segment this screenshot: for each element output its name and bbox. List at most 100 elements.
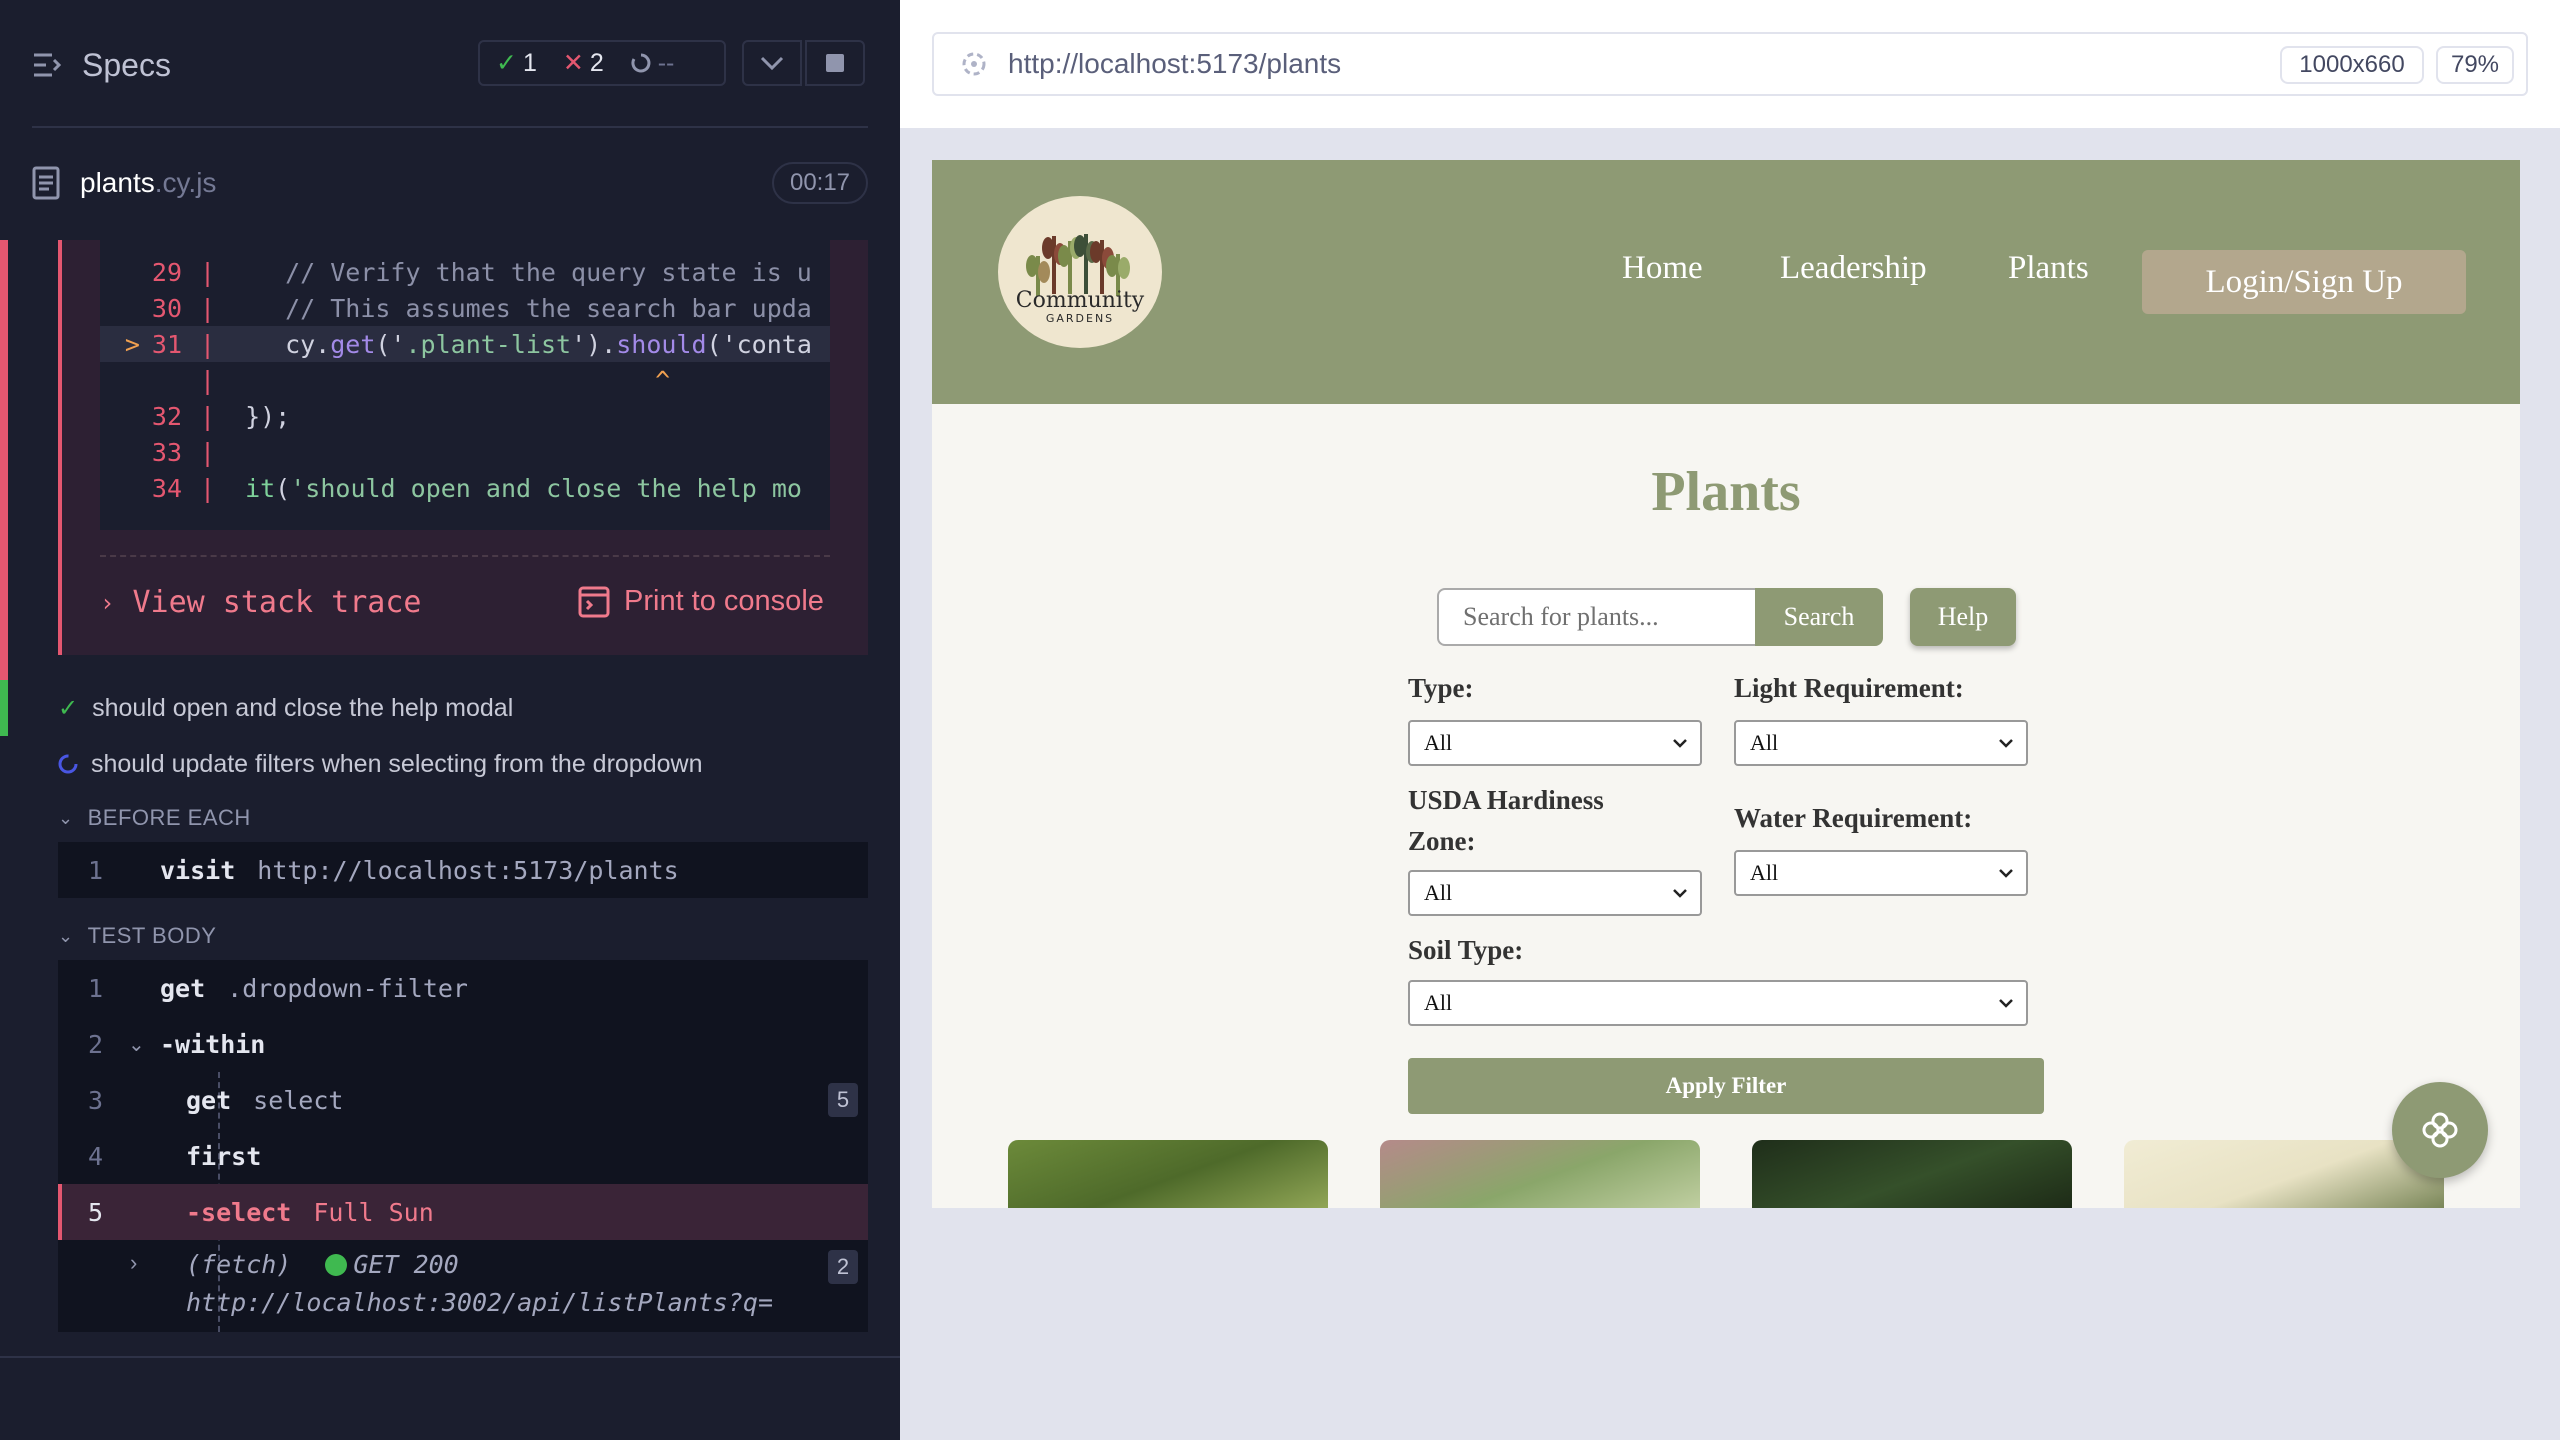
community-gardens-logo[interactable]: Community GARDENS [998, 196, 1162, 348]
file-icon [32, 166, 60, 200]
header-divider [32, 126, 868, 128]
soil-select-value: All [1424, 990, 1453, 1015]
pass-check-icon: ✓ [496, 49, 517, 77]
login-signup-button[interactable]: Login/Sign Up [2142, 250, 2466, 314]
specs-title[interactable]: Specs [82, 47, 171, 84]
fetch-url: http://localhost:3002/api/listPlants?q= [186, 1288, 773, 1317]
stop-button[interactable] [805, 40, 865, 86]
zone-select-value: All [1424, 880, 1453, 905]
test-item-passed[interactable]: ✓ should open and close the help modal [0, 680, 900, 736]
before-each-commands: 1 visit http://localhost:5173/plants [58, 842, 868, 898]
view-stack-trace-button[interactable]: › View stack trace [100, 585, 421, 620]
url-bar[interactable]: http://localhost:5173/plants 1000x660 79… [932, 32, 2528, 96]
nav-home[interactable]: Home [1622, 250, 1703, 287]
light-select[interactable]: All [1734, 720, 2028, 766]
spec-file-ext: .cy.js [154, 167, 217, 198]
chevron-down-icon: ⌄ [58, 807, 74, 828]
print-to-console-label: Print to console [624, 585, 824, 617]
page-title: Plants [1651, 461, 1801, 523]
accessibility-fab[interactable] [2392, 1082, 2488, 1178]
code-line-32: 32 |}); [151, 401, 291, 431]
chevron-down-icon [1673, 889, 1687, 898]
footer-divider [0, 1356, 900, 1358]
water-select-value: All [1750, 860, 1779, 885]
nav-plants[interactable]: Plants [2008, 250, 2089, 287]
test-stats: ✓ 1 ✕ 2 -- [478, 40, 726, 86]
chevron-down-icon [760, 56, 784, 70]
section-title: TEST BODY [87, 923, 217, 948]
failed-count: 2 [589, 48, 604, 77]
url-text[interactable]: http://localhost:5173/plants [1008, 48, 1341, 80]
chevron-right-icon: › [100, 588, 115, 617]
logo-text: Community [1015, 288, 1145, 313]
apply-filter-button[interactable]: Apply Filter [1408, 1058, 2044, 1114]
test-body-header[interactable]: ⌄ TEST BODY [58, 916, 216, 956]
pending-count: -- [657, 48, 675, 77]
chevron-right-icon: › [130, 1250, 138, 1275]
search-button[interactable]: Search [1755, 588, 1883, 646]
code-line-34: 34 | it('should open and close the help mo [151, 473, 802, 503]
water-select[interactable]: All [1734, 850, 2028, 896]
logo-subtext: GARDENS [1045, 312, 1115, 325]
test-title: should update filters when selecting fro… [91, 749, 703, 778]
command-row[interactable]: 2 ⌄ -within [58, 1016, 868, 1072]
chevron-down-icon [1999, 869, 2013, 878]
pass-check-icon: ✓ [58, 694, 79, 722]
type-select-value: All [1424, 730, 1453, 755]
test-title: should open and close the help modal [92, 693, 514, 722]
code-line-30: 30 |// This assumes the search bar upda [151, 293, 812, 323]
soil-label: Soil Type: [1408, 935, 1524, 965]
fetch-log[interactable]: › (fetch) GET 200 http://localhost:3002/… [58, 1246, 868, 1332]
command-row[interactable]: 3 get select 5 [58, 1072, 868, 1128]
zone-label: USDA Hardiness Zone: [1408, 785, 1604, 856]
error-divider [100, 555, 830, 557]
chevron-down-icon [1999, 739, 2013, 748]
nav-leadership[interactable]: Leadership [1780, 250, 1927, 287]
print-to-console-button[interactable]: Print to console [578, 585, 824, 618]
fetch-count-badge: 2 [828, 1250, 858, 1284]
before-each-header[interactable]: ⌄ BEFORE EACH [58, 798, 251, 838]
viewport-size: 1000x660 [2280, 46, 2424, 84]
element-count-badge: 5 [828, 1083, 858, 1117]
spec-file-row: plants .cy.js 00:17 [32, 160, 868, 206]
fetch-label: (fetch) [186, 1250, 292, 1279]
plants-logo-icon [1026, 234, 1130, 296]
type-select[interactable]: All [1408, 720, 1702, 766]
zoom-level: 79% [2436, 46, 2514, 84]
code-caret-line: | ^ [200, 365, 671, 395]
specs-list-icon[interactable] [32, 52, 62, 78]
type-label: Type: [1408, 673, 1474, 703]
fail-x-icon: ✕ [562, 49, 584, 77]
soil-select[interactable]: All [1408, 980, 2028, 1026]
chevron-down-icon: ⌄ [128, 1033, 145, 1056]
flower-icon [2422, 1112, 2458, 1148]
test-item-running[interactable]: should update filters when selecting fro… [0, 736, 900, 792]
status-dot-icon [325, 1253, 348, 1276]
chevron-down-icon [1999, 999, 2013, 1008]
plant-card-image[interactable] [1380, 1140, 1700, 1208]
spec-file-name: plants [80, 167, 155, 198]
light-label: Light Requirement: [1734, 673, 1964, 703]
command-row-active[interactable]: 5 -select Full Sun [58, 1184, 868, 1240]
running-spinner-icon [58, 754, 78, 774]
command-row[interactable]: 1 visit http://localhost:5173/plants [58, 842, 868, 898]
help-button[interactable]: Help [1910, 588, 2016, 646]
command-row[interactable]: 4 first [58, 1128, 868, 1184]
code-line-33: 33 | [151, 437, 216, 467]
light-select-value: All [1750, 730, 1779, 755]
fail-stripe [0, 240, 8, 680]
plant-card-image[interactable] [1752, 1140, 2072, 1208]
section-title: BEFORE EACH [87, 805, 251, 830]
search-input[interactable]: Search for plants... [1437, 588, 1757, 646]
code-frame: 29 |// Verify that the query state is u 3… [100, 240, 830, 530]
command-row[interactable]: 1 get .dropdown-filter [58, 960, 868, 1016]
collapse-button[interactable] [742, 40, 802, 86]
selector-playground-icon[interactable] [958, 48, 990, 80]
passed-count: 1 [522, 48, 537, 77]
plant-card-image[interactable] [1008, 1140, 1328, 1208]
terminal-icon [578, 586, 610, 617]
view-stack-trace-label: View stack trace [132, 585, 422, 620]
code-line-29: 29 |// Verify that the query state is u [151, 257, 812, 287]
zone-select[interactable]: All [1408, 870, 1702, 916]
water-label: Water Requirement: [1734, 803, 1973, 833]
